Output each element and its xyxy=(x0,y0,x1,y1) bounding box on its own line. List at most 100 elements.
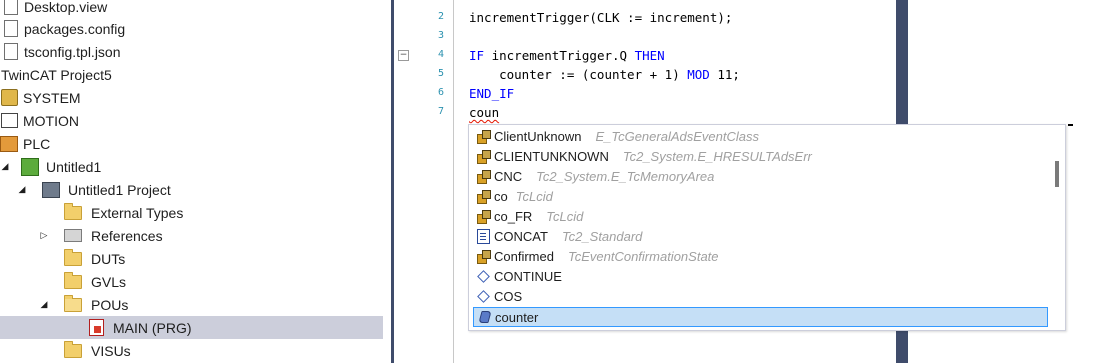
tree-item-label: External Types xyxy=(91,204,184,221)
tree-item-label: POUs xyxy=(91,296,129,313)
keyword: MOD xyxy=(687,67,710,82)
enum-icon xyxy=(476,249,491,264)
enum-icon xyxy=(476,129,491,144)
completion-type: TcEventConfirmationState xyxy=(567,248,719,264)
tree-item-untitled1-project[interactable]: ◢ Untitled1 Project xyxy=(0,178,383,201)
tree-item-untitled1[interactable]: ◢ Untitled1 xyxy=(0,155,383,178)
fold-toggle-icon[interactable]: − xyxy=(398,50,409,61)
keyword-icon xyxy=(476,269,491,284)
folder-icon xyxy=(64,248,82,267)
completion-name: CONCAT xyxy=(494,228,548,244)
completion-name: co xyxy=(494,188,508,204)
autocomplete-popup[interactable]: ClientUnknown E_TcGeneralAdsEventClass C… xyxy=(468,124,1066,331)
variable-icon xyxy=(477,310,492,325)
code-line[interactable]: incrementTrigger(CLK := increment); xyxy=(469,10,732,25)
tree-item-packages-config[interactable]: packages.config xyxy=(0,17,383,40)
file-icon xyxy=(2,0,20,15)
keyword: IF xyxy=(469,48,485,63)
code-line[interactable]: counter := (counter + 1) MOD 11; xyxy=(469,67,740,82)
completion-item[interactable]: ClientUnknown E_TcGeneralAdsEventClass xyxy=(473,126,1048,146)
completion-name: CONTINUE xyxy=(494,268,562,284)
tree-item-label: TwinCAT Project5 xyxy=(1,66,112,83)
expand-arrow-icon[interactable]: ◢ xyxy=(0,161,10,173)
folder-open-icon xyxy=(64,294,82,313)
collapse-arrow-icon[interactable]: ▷ xyxy=(39,230,49,242)
tree-item-plc[interactable]: PLC xyxy=(0,132,383,155)
plc-project-icon xyxy=(21,157,39,176)
line-number: 2 xyxy=(437,11,444,22)
panel-splitter[interactable] xyxy=(383,0,394,363)
plc-icon xyxy=(0,135,18,152)
completion-name: ClientUnknown xyxy=(494,128,582,144)
scrollbar-thumb[interactable] xyxy=(1055,161,1059,187)
tree-item-external-types[interactable]: External Types xyxy=(0,201,383,224)
function-icon xyxy=(476,228,491,244)
tree-item-duts[interactable]: DUTs xyxy=(0,247,383,270)
folder-icon xyxy=(64,271,82,290)
tree-item-label: packages.config xyxy=(24,20,126,37)
tree-item-visus[interactable]: VISUs xyxy=(0,339,383,362)
code-text: incrementTrigger.Q xyxy=(484,48,635,63)
code-text: 11; xyxy=(709,67,740,82)
completion-name: CLIENTUNKNOWN xyxy=(494,148,609,164)
tree-item-tsconfig[interactable]: tsconfig.tpl.json xyxy=(0,40,383,63)
completion-type: E_TcGeneralAdsEventClass xyxy=(595,128,759,144)
completion-name: counter xyxy=(495,309,539,325)
enum-icon xyxy=(476,149,491,164)
tree-item-label: References xyxy=(91,227,163,244)
expand-arrow-icon[interactable]: ◢ xyxy=(17,184,27,196)
motion-icon xyxy=(0,113,18,129)
code-line[interactable]: END_IF xyxy=(469,86,514,101)
program-icon xyxy=(87,319,105,336)
tree-item-label: PLC xyxy=(23,135,51,152)
enum-icon xyxy=(476,169,491,184)
gutter-divider xyxy=(453,0,454,363)
code-line[interactable]: IF incrementTrigger.Q THEN xyxy=(469,48,665,63)
completion-item[interactable]: co TcLcid xyxy=(473,186,1048,206)
config-file-icon xyxy=(2,20,20,37)
completion-item-selected[interactable]: counter xyxy=(473,307,1048,327)
tree-item-desktop-view[interactable]: Desktop.view xyxy=(0,0,383,18)
completion-type: TcLcid xyxy=(546,208,584,224)
completion-item[interactable]: CLIENTUNKNOWN Tc2_System.E_HRESULTAdsErr xyxy=(473,146,1048,166)
tree-item-label: GVLs xyxy=(91,273,127,290)
line-number: 3 xyxy=(437,30,444,41)
completion-type: Tc2_Standard xyxy=(561,228,643,244)
tree-item-label: tsconfig.tpl.json xyxy=(24,43,121,60)
autocomplete-scrollbar[interactable] xyxy=(1051,125,1063,329)
completion-name: CNC xyxy=(494,168,523,184)
tree-item-label: MOTION xyxy=(23,112,79,129)
code-line[interactable]: coun xyxy=(469,105,499,120)
tree-item-label: VISUs xyxy=(91,342,131,359)
enum-icon xyxy=(476,209,491,224)
system-icon xyxy=(0,89,18,106)
tree-item-gvls[interactable]: GVLs xyxy=(0,270,383,293)
completion-item[interactable]: CONCAT Tc2_Standard xyxy=(473,226,1048,246)
completion-item[interactable]: CONTINUE xyxy=(473,266,1048,286)
project-icon xyxy=(42,181,60,198)
completion-name: COS xyxy=(494,288,523,304)
tree-item-references[interactable]: ▷ References xyxy=(0,224,383,247)
tree-item-pous[interactable]: ◢ POUs xyxy=(0,293,383,316)
references-icon xyxy=(64,228,82,244)
code-text-error: coun xyxy=(469,105,500,120)
line-number: 6 xyxy=(437,87,444,98)
expand-arrow-icon[interactable]: ◢ xyxy=(39,299,49,311)
completion-item[interactable]: CNC Tc2_System.E_TcMemoryArea xyxy=(473,166,1048,186)
popup-corner-mark xyxy=(1068,124,1073,126)
completion-item[interactable]: Confirmed TcEventConfirmationState xyxy=(473,246,1048,266)
keyword: END_IF xyxy=(469,86,515,101)
completion-type: Tc2_System.E_HRESULTAdsErr xyxy=(622,148,812,164)
completion-item[interactable]: COS xyxy=(473,286,1048,306)
completion-item[interactable]: co_FR TcLcid xyxy=(473,206,1048,226)
tree-item-system[interactable]: SYSTEM xyxy=(0,86,383,109)
json-file-icon xyxy=(2,43,20,60)
completion-type: Tc2_System.E_TcMemoryArea xyxy=(536,168,715,184)
tree-item-label: SYSTEM xyxy=(23,89,81,106)
tree-item-label: DUTs xyxy=(91,250,126,267)
tree-item-label: Untitled1 xyxy=(46,158,102,175)
tree-item-main-prg[interactable]: MAIN (PRG) xyxy=(0,316,383,339)
tree-item-twincat-project[interactable]: TwinCAT Project5 xyxy=(0,63,383,86)
keyword-icon xyxy=(476,289,491,304)
tree-item-motion[interactable]: MOTION xyxy=(0,109,383,132)
